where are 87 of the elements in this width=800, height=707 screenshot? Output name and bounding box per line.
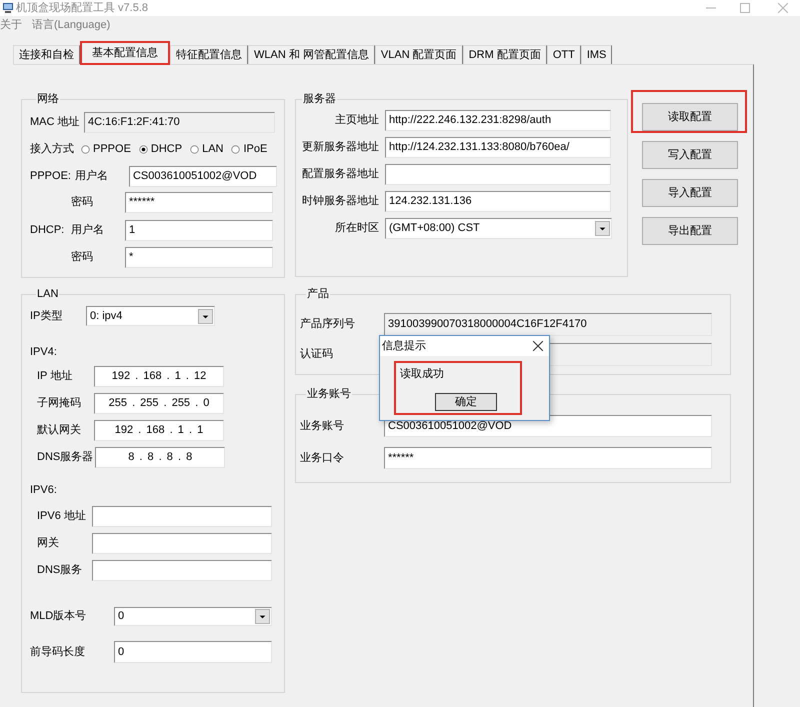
section-label: IPV4: [30, 345, 57, 359]
action-button[interactable]: 导出配置 [642, 217, 738, 245]
input-field[interactable]: * [125, 247, 273, 268]
field-label: 主页地址 [334, 112, 380, 128]
field-label: 密码 [71, 250, 94, 266]
tab[interactable]: 基本配置信息 [80, 41, 170, 65]
field-label: 用户名 [71, 222, 105, 238]
ip-address-field[interactable]: 255 . 255 . 255 . 0 [94, 393, 224, 414]
field-label: 默认网关 [37, 422, 82, 438]
group-title: 产品 [306, 288, 330, 300]
field-label: 产品序列号 [300, 316, 356, 332]
group-title: 业务账号 [306, 388, 352, 400]
radio-selected-icon[interactable] [138, 144, 148, 154]
dropdown[interactable]: 0: ipv4 [86, 306, 215, 326]
menu-item[interactable]: 关于 [0, 16, 22, 34]
radio-option[interactable]: PPPOE [81, 140, 131, 158]
field-label: MAC 地址 [30, 115, 80, 130]
ip-address-field[interactable]: 8 . 8 . 8 . 8 [95, 447, 226, 468]
radio-option[interactable]: IPoE [231, 140, 268, 158]
field-label: DHCP: [30, 223, 66, 238]
field-label: 密码 [71, 194, 94, 210]
read-only-field: 391003990070318000004C16F12F4170 [384, 313, 712, 336]
caret-icon[interactable] [198, 308, 213, 324]
input-field[interactable]: ****** [384, 447, 712, 469]
field-label: 前导码长度 [30, 644, 86, 660]
read-only-field: 4C:16:F1:2F:41:70 [84, 112, 275, 133]
group-title: LAN [36, 288, 60, 300]
window-title: 机顶盒现场配置工具 v7.5.8 [16, 0, 148, 16]
group-title: 服务器 [302, 93, 337, 105]
input-field[interactable] [92, 560, 272, 581]
field-label: IPV6 地址 [37, 509, 87, 524]
radio-icon[interactable] [190, 144, 200, 154]
field-label: IP 地址 [37, 369, 74, 384]
close-icon[interactable] [533, 341, 543, 351]
field-label: 网关 [37, 536, 60, 552]
tab[interactable]: IMS [580, 45, 612, 64]
field-label: DNS服务器 [37, 450, 94, 466]
input-field[interactable] [92, 533, 272, 554]
caret-icon[interactable] [595, 221, 610, 236]
tab[interactable]: DRM 配置页面 [462, 45, 547, 64]
field-label: 业务账号 [300, 418, 345, 434]
dropdown[interactable]: 0 [114, 607, 272, 626]
radio-icon[interactable] [231, 144, 240, 154]
action-button[interactable]: 读取配置 [642, 103, 738, 131]
field-label: 所在时区 [334, 221, 380, 236]
dropdown[interactable]: (GMT+08:00) CST [385, 218, 612, 239]
radio-option[interactable]: DHCP [138, 140, 182, 158]
input-field[interactable]: 124.232.131.136 [385, 191, 611, 212]
radio-option[interactable]: LAN [190, 140, 224, 158]
caret-icon[interactable] [255, 609, 270, 624]
menu-item[interactable]: 语言(Language) [32, 16, 110, 34]
dialog-message: 读取成功 [400, 367, 444, 381]
action-button[interactable]: 导入配置 [642, 179, 738, 207]
field-label: 子网掩码 [37, 396, 82, 412]
tab[interactable]: 连接和自检 [13, 45, 80, 64]
input-field[interactable]: 1 [125, 220, 273, 241]
radio-icon[interactable] [81, 144, 90, 154]
input-field[interactable]: http://222.246.132.231:8298/auth [385, 110, 611, 131]
field-label: PPPOE: [30, 169, 72, 184]
dialog-title: 信息提示 [382, 338, 426, 354]
field-label: 认证码 [300, 347, 334, 362]
field-label: DNS服务 [37, 563, 84, 578]
input-field[interactable]: CS003610051002@VOD [128, 166, 277, 187]
tab[interactable]: 特征配置信息 [170, 45, 248, 64]
field-label: 时钟服务器地址 [301, 194, 380, 210]
input-field[interactable]: ****** [125, 192, 273, 213]
section-label: IPV6: [30, 483, 57, 497]
field-label: 更新服务器地址 [301, 140, 380, 156]
tab[interactable]: OTT [546, 45, 581, 64]
field-label: MLD版本号 [30, 609, 88, 624]
action-button[interactable]: 写入配置 [642, 141, 738, 169]
field-label: 业务口令 [300, 450, 345, 466]
app-icon [2, 2, 14, 14]
input-field[interactable]: http://124.232.131.133:8080/b760ea/ [385, 137, 611, 158]
tab[interactable]: VLAN 配置页面 [374, 45, 463, 64]
input-field[interactable] [92, 506, 272, 527]
input-field[interactable]: 0 [114, 641, 272, 663]
tab[interactable]: WLAN 和 网管配置信息 [248, 45, 375, 64]
ok-button[interactable]: 确定 [435, 393, 497, 411]
field-label: 接入方式 [30, 142, 75, 157]
group-title: 网络 [36, 93, 60, 105]
field-label: IP类型 [30, 308, 64, 324]
field-label: 配置服务器地址 [301, 167, 380, 182]
ip-address-field[interactable]: 192 . 168 . 1 . 12 [94, 366, 224, 387]
field-label: 用户名 [74, 168, 109, 184]
ip-address-field[interactable]: 192 . 168 . 1 . 1 [94, 420, 224, 441]
input-field[interactable] [385, 164, 611, 185]
